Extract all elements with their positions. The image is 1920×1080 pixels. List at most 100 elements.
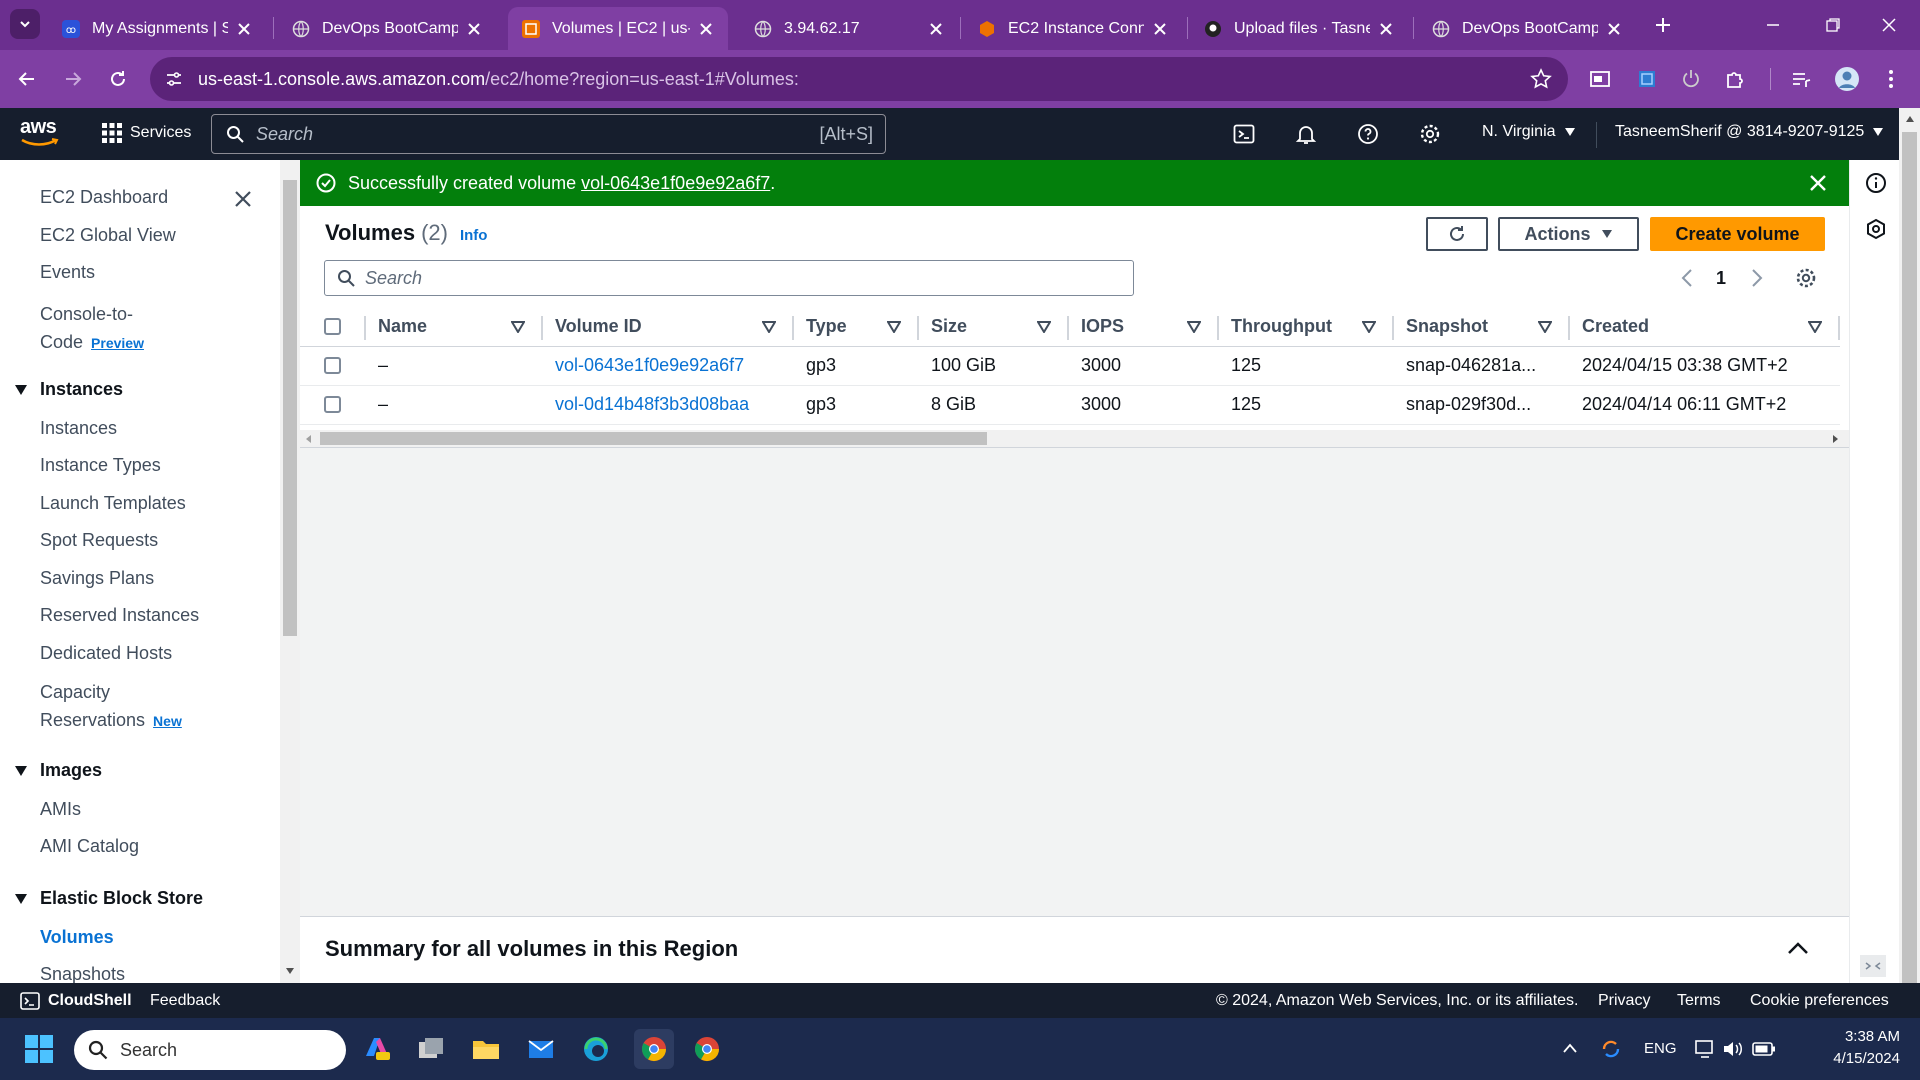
- pip-button[interactable]: [1585, 64, 1615, 94]
- restore-button[interactable]: [1818, 10, 1848, 40]
- browser-tab[interactable]: EC2 Instance Connec: [964, 7, 1182, 50]
- close-window-button[interactable]: [1874, 10, 1904, 40]
- close-icon[interactable]: [466, 21, 482, 37]
- sidebar-item-volumes[interactable]: Volumes: [40, 927, 114, 948]
- profile-avatar[interactable]: [1832, 64, 1862, 94]
- browser-tab[interactable]: ꝏ My Assignments | Sp: [48, 7, 266, 50]
- browser-tab[interactable]: Upload files · Tasneen: [1190, 7, 1408, 50]
- page-scroll-thumb[interactable]: [1902, 132, 1917, 1002]
- sort-icon[interactable]: [887, 320, 901, 333]
- taskbar-app-chrome-active[interactable]: [634, 1029, 674, 1069]
- sidebar-scroll-thumb[interactable]: [283, 180, 297, 636]
- sidebar-item-ec2-global-view[interactable]: EC2 Global View: [40, 225, 176, 246]
- help-button[interactable]: [1354, 120, 1382, 148]
- chevron-up-icon[interactable]: [1787, 941, 1809, 955]
- forward-button[interactable]: [58, 64, 88, 94]
- scroll-right-arrow-icon[interactable]: [1831, 434, 1839, 444]
- expand-icon[interactable]: [1860, 955, 1886, 977]
- cloudshell-footer-button[interactable]: CloudShell: [20, 992, 132, 1010]
- services-menu-button[interactable]: Services: [102, 123, 191, 143]
- column-header-name[interactable]: Name: [366, 308, 543, 347]
- sidebar-item-launch-templates[interactable]: Launch Templates: [40, 493, 186, 514]
- taskbar-app-copilot[interactable]: [360, 1032, 394, 1066]
- column-header-snapshot[interactable]: Snapshot: [1394, 308, 1570, 347]
- column-header-type[interactable]: Type: [794, 308, 919, 347]
- site-settings-icon[interactable]: [164, 69, 184, 89]
- actions-dropdown-button[interactable]: Actions: [1498, 217, 1639, 251]
- sidebar-section-images[interactable]: Images: [14, 760, 102, 781]
- sidebar-item-savings-plans[interactable]: Savings Plans: [40, 568, 154, 589]
- create-volume-button[interactable]: Create volume: [1650, 217, 1825, 251]
- aws-logo[interactable]: aws: [20, 116, 64, 152]
- info-link[interactable]: Info: [460, 227, 488, 244]
- sidebar-item-ec2-dashboard[interactable]: EC2 Dashboard: [40, 187, 168, 208]
- scroll-up-arrow-icon[interactable]: [1904, 114, 1916, 124]
- browser-tab-active[interactable]: Volumes | EC2 | us-ea: [508, 7, 728, 50]
- created-volume-link[interactable]: vol-0643e1f0e9e92a6f7: [581, 173, 770, 194]
- language-indicator[interactable]: ENG: [1644, 1040, 1677, 1057]
- row-checkbox[interactable]: [324, 396, 341, 413]
- close-icon[interactable]: [698, 21, 714, 37]
- taskbar-search-input[interactable]: Search: [74, 1030, 346, 1070]
- address-bar[interactable]: us-east-1.console.aws.amazon.com/ec2/hom…: [150, 57, 1568, 101]
- sidebar-item-spot-requests[interactable]: Spot Requests: [40, 530, 158, 551]
- taskbar-app-chrome[interactable]: [690, 1032, 724, 1066]
- back-button[interactable]: [12, 64, 42, 94]
- sidebar-item-dedicated-hosts[interactable]: Dedicated Hosts: [40, 643, 172, 664]
- info-icon[interactable]: [1865, 172, 1887, 194]
- scroll-left-arrow-icon[interactable]: [305, 434, 313, 444]
- browser-menu-button[interactable]: [1876, 64, 1906, 94]
- taskbar-app-task-view[interactable]: [414, 1032, 448, 1066]
- notification-bell-icon[interactable]: [1877, 1070, 1878, 1071]
- scroll-down-arrow-icon[interactable]: [284, 966, 296, 976]
- sort-icon[interactable]: [1362, 320, 1376, 333]
- page-scrollbar[interactable]: [1899, 108, 1920, 1018]
- row-checkbox[interactable]: [324, 357, 341, 374]
- sort-icon[interactable]: [1538, 320, 1552, 333]
- table-row[interactable]: – vol-0643e1f0e9e92a6f7 gp3 100 GiB 3000…: [300, 346, 1840, 386]
- taskbar-app-mail[interactable]: [524, 1032, 558, 1066]
- aws-search-input[interactable]: Search [Alt+S]: [211, 114, 886, 154]
- amazon-q-icon[interactable]: [1865, 218, 1887, 240]
- reload-button[interactable]: [103, 64, 133, 94]
- privacy-link[interactable]: Privacy: [1598, 992, 1650, 1010]
- chevron-left-icon[interactable]: [1680, 268, 1694, 288]
- column-header-created[interactable]: Created: [1570, 308, 1840, 347]
- page-number[interactable]: 1: [1716, 268, 1726, 289]
- chevron-right-icon[interactable]: [1750, 268, 1764, 288]
- notifications-button[interactable]: [1292, 120, 1320, 148]
- sidebar-item-amis[interactable]: AMIs: [40, 799, 81, 820]
- sidebar-item-capacity-reservations[interactable]: Capacity Reservations New: [40, 678, 182, 735]
- network-icon[interactable]: [1694, 1039, 1716, 1059]
- start-button[interactable]: [22, 1032, 56, 1066]
- tab-search-button[interactable]: [10, 9, 40, 39]
- column-header-throughput[interactable]: Throughput: [1219, 308, 1394, 347]
- feedback-link[interactable]: Feedback: [150, 992, 220, 1010]
- minimize-button[interactable]: [1758, 10, 1788, 40]
- close-icon[interactable]: [1378, 21, 1394, 37]
- sync-icon[interactable]: [1600, 1038, 1622, 1060]
- battery-icon[interactable]: [1752, 1041, 1776, 1057]
- volume-id-link[interactable]: vol-0d14b48f3b3d08baa: [555, 394, 749, 414]
- account-menu[interactable]: TasneemSherif @ 3814-9207-9125: [1615, 123, 1884, 141]
- sidebar-item-reserved-instances[interactable]: Reserved Instances: [40, 605, 199, 626]
- settings-button[interactable]: [1416, 120, 1444, 148]
- extensions-menu-button[interactable]: [1720, 64, 1750, 94]
- close-icon[interactable]: [236, 21, 252, 37]
- taskbar-app-edge[interactable]: [579, 1032, 613, 1066]
- sort-icon[interactable]: [1808, 320, 1822, 333]
- table-scroll-thumb[interactable]: [320, 432, 987, 445]
- browser-tab[interactable]: 3.94.62.17: [740, 7, 958, 50]
- star-icon[interactable]: [1530, 68, 1552, 90]
- table-row[interactable]: – vol-0d14b48f3b3d08baa gp3 8 GiB 3000 1…: [300, 385, 1840, 425]
- sidebar-item-console-to-code[interactable]: Console-to- Code Preview: [40, 300, 144, 357]
- region-selector[interactable]: N. Virginia: [1482, 123, 1576, 141]
- sort-icon[interactable]: [1037, 320, 1051, 333]
- browser-tab[interactable]: DevOps BootCamp |: [278, 7, 496, 50]
- close-icon[interactable]: [928, 21, 944, 37]
- sidebar-item-instances[interactable]: Instances: [40, 418, 117, 439]
- select-all-checkbox[interactable]: [324, 318, 341, 336]
- volume-icon[interactable]: [1722, 1039, 1744, 1059]
- column-header-volume-id[interactable]: Volume ID: [543, 308, 794, 347]
- show-hidden-icons-icon[interactable]: [1562, 1042, 1578, 1054]
